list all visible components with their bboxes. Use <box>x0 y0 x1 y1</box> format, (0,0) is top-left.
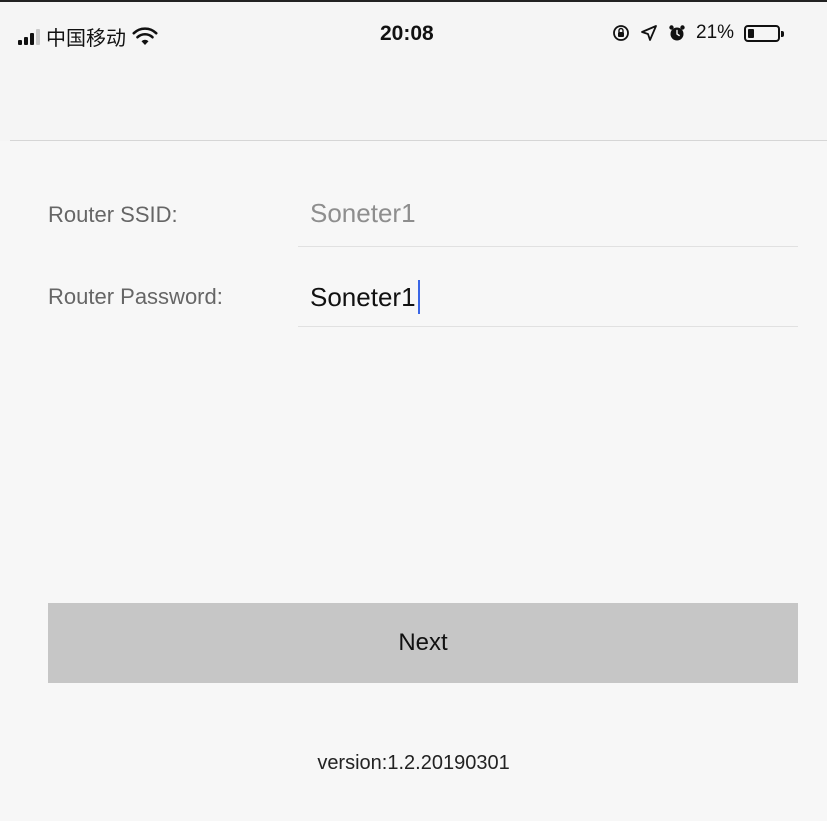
password-row: Router Password: Soneter1 <box>0 252 827 332</box>
text-cursor <box>417 280 420 314</box>
password-field[interactable]: Soneter1 <box>310 280 420 314</box>
ssid-underline <box>298 246 798 247</box>
password-label: Router Password: <box>48 284 223 309</box>
alarm-icon <box>669 25 685 41</box>
status-time: 20:08 <box>380 22 434 45</box>
carrier-name: 中国移动 <box>46 28 126 50</box>
location-icon <box>641 25 657 41</box>
password-text: Soneter1 <box>310 281 416 312</box>
signal-icon <box>18 28 40 45</box>
navigation-bar <box>0 62 827 140</box>
battery-percent: 21% <box>696 22 735 43</box>
battery-fill <box>748 28 754 38</box>
battery-icon <box>744 24 785 42</box>
status-right: 21% <box>612 22 785 44</box>
password-underline <box>298 326 798 327</box>
status-left: 中国移动 <box>18 22 158 51</box>
orientation-lock-icon <box>613 25 629 41</box>
ssid-label: Router SSID: <box>48 202 178 227</box>
wifi-icon <box>132 26 158 45</box>
next-button[interactable]: Next <box>48 603 798 683</box>
ssid-field[interactable]: Soneter1 <box>310 198 416 229</box>
version-label: version:1.2.20190301 <box>317 752 510 774</box>
ssid-row: Router SSID: Soneter1 <box>0 172 827 252</box>
status-bar: 中国移动 20:08 21% <box>0 2 827 62</box>
